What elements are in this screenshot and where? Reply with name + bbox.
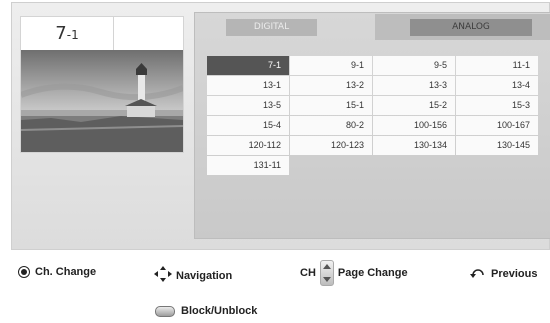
legend-previous-label: Previous [491,267,538,280]
channel-item[interactable]: 11-1 [456,56,538,75]
channel-item[interactable]: 15-1 [290,96,372,115]
channel-item[interactable]: 13-2 [290,76,372,95]
tab-digital[interactable]: DIGITAL [226,19,317,36]
channel-item[interactable]: 130-134 [373,136,455,155]
legend-block: Block/Unblock [155,305,257,317]
legend-ch-change: Ch. Change [18,266,96,278]
channel-preview-image [20,50,184,153]
channel-item[interactable]: 13-5 [207,96,289,115]
channel-item[interactable]: 15-3 [456,96,538,115]
channel-item-selected[interactable]: 7-1 [207,56,289,75]
channel-item[interactable]: 100-167 [456,116,538,135]
legend-previous: Previous [470,266,537,281]
ok-button-icon [18,266,30,278]
legend-block-label: Block/Unblock [181,305,258,317]
current-channel-display: 7-1 [20,16,184,52]
return-icon [470,266,486,281]
current-channel-major: 7 [55,23,67,44]
legend-navigation-label: Navigation [176,269,233,282]
channel-item[interactable]: 100-156 [373,116,455,135]
legend-page-change: CH Page Change [300,260,408,286]
channel-item[interactable]: 120-123 [290,136,372,155]
current-channel-minor: -1 [66,28,79,42]
channel-item[interactable]: 9-1 [290,56,372,75]
channel-item[interactable]: 120-112 [207,136,289,155]
current-channel-number: 7-1 [21,17,114,51]
ch-rocker-icon [319,260,334,286]
channel-item[interactable]: 131-11 [207,156,289,175]
legend-ch-change-label: Ch. Change [35,266,97,278]
channel-grid: 7-1 9-1 9-5 11-1 13-1 13-2 13-3 13-4 13-… [207,56,538,175]
block-button-icon [155,305,175,317]
legend-ch-prefix: CH [300,267,316,279]
channel-item[interactable]: 80-2 [290,116,372,135]
legend-navigation: Navigation [154,266,232,285]
channel-list-screen: 7-1 DIGITAL ANALOG 7-1 9-1 9-5 11-1 13-1… [11,2,550,250]
channel-item[interactable]: 15-4 [207,116,289,135]
channel-item[interactable]: 15-2 [373,96,455,115]
channel-item[interactable]: 130-145 [456,136,538,155]
navigation-arrows-icon [154,266,172,285]
legend-page-change-label: Page Change [337,267,408,279]
channel-list-panel: DIGITAL ANALOG 7-1 9-1 9-5 11-1 13-1 13-… [194,12,550,239]
channel-item[interactable]: 9-5 [373,56,455,75]
channel-item[interactable]: 13-1 [207,76,289,95]
tab-analog[interactable]: ANALOG [410,19,532,36]
channel-item[interactable]: 13-3 [373,76,455,95]
channel-item[interactable]: 13-4 [456,76,538,95]
